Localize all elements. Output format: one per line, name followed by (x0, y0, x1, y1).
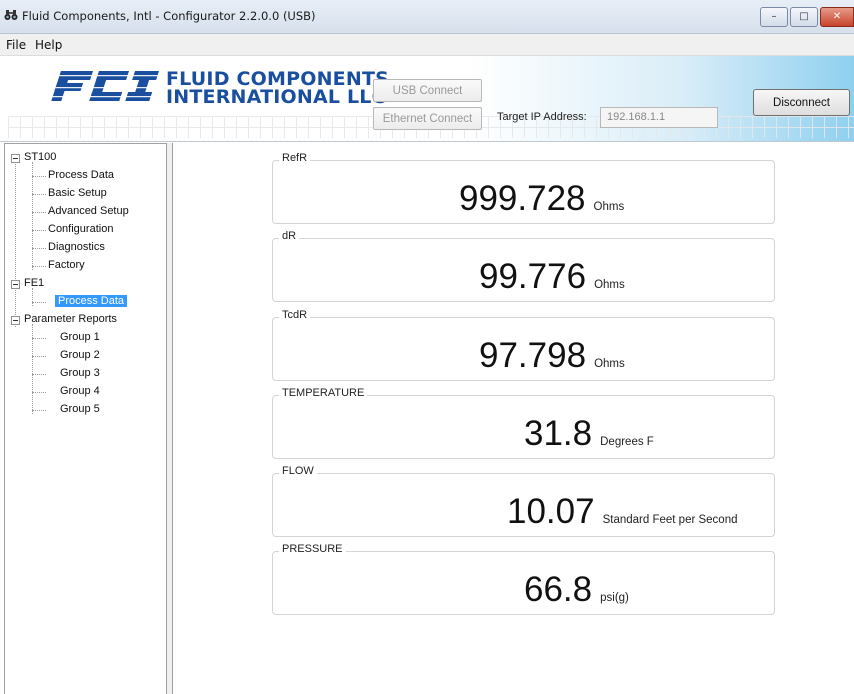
menu-file[interactable]: File (6, 38, 26, 52)
reading-group-temperature: TEMPERATURE 31.8 Degrees F (272, 387, 775, 459)
reading-value: 999.728 (459, 179, 586, 218)
tree-item-configuration[interactable]: Configuration (48, 221, 113, 237)
reading-value: 31.8 (524, 414, 593, 453)
reading-value: 99.776 (479, 257, 587, 296)
binoculars-icon (4, 10, 18, 20)
fci-logo: FLUID COMPONENTS INTERNATIONAL LLC (48, 68, 389, 108)
reading-label: RefR (279, 152, 311, 164)
reading-group-flow: FLOW 10.07 Standard Feet per Second (272, 465, 775, 537)
panel-splitter[interactable] (167, 143, 173, 694)
tree-connector (32, 176, 46, 177)
disconnect-button[interactable]: Disconnect (753, 89, 850, 116)
tree-item-group-1[interactable]: Group 1 (60, 329, 100, 345)
maximize-button[interactable]: □ (790, 7, 818, 27)
reading-value: 10.07 (507, 492, 595, 531)
ethernet-connect-button[interactable]: Ethernet Connect (373, 107, 482, 130)
reading-label: dR (279, 230, 300, 242)
reports-collapse-icon[interactable] (11, 316, 20, 325)
tree-connector (32, 248, 46, 249)
tree-item-basic-setup[interactable]: Basic Setup (48, 185, 107, 201)
title-bar: Fluid Components, Intl - Configurator 2.… (0, 0, 854, 34)
menu-bar: File Help (0, 34, 854, 56)
tree-connector (32, 230, 46, 231)
tree-connector (32, 338, 46, 339)
target-ip-label: Target IP Address: (497, 111, 587, 123)
tree-connector (15, 162, 16, 327)
header-banner: FLUID COMPONENTS INTERNATIONAL LLC USB C… (0, 56, 854, 142)
tree-connector (32, 212, 46, 213)
reading-label: PRESSURE (279, 543, 346, 555)
tree-item-diagnostics[interactable]: Diagnostics (48, 239, 105, 255)
tree-node-parameter-reports[interactable]: Parameter Reports (24, 311, 117, 327)
maximize-icon: □ (799, 11, 809, 22)
tree-connector (32, 392, 46, 393)
reading-unit: Ohms (594, 279, 625, 291)
tree-item-advanced-setup[interactable]: Advanced Setup (48, 203, 129, 219)
tree-item-group-2[interactable]: Group 2 (60, 347, 100, 363)
reading-unit: psi(g) (600, 592, 629, 604)
tree-item-process-data[interactable]: Process Data (48, 167, 114, 183)
window-title: Fluid Components, Intl - Configurator 2.… (22, 9, 316, 23)
menu-help[interactable]: Help (35, 38, 62, 52)
reading-label: TEMPERATURE (279, 387, 368, 399)
tree-item-group-5[interactable]: Group 5 (60, 401, 100, 417)
tree-connector (32, 356, 46, 357)
logo-line2: INTERNATIONAL LLC (166, 86, 386, 108)
tree-node-fe1[interactable]: FE1 (24, 275, 44, 291)
tree-item-fe1-process-data[interactable]: Process Data (55, 293, 128, 309)
minimize-button[interactable]: – (760, 7, 788, 27)
tree-node-st100[interactable]: ST100 (24, 149, 56, 165)
tree-item-group-3[interactable]: Group 3 (60, 365, 100, 381)
reading-group-tcdr: TcdR 97.798 Ohms (272, 309, 775, 381)
reading-group-refr: RefR 999.728 Ohms (272, 152, 775, 224)
tree-connector (32, 266, 46, 267)
reading-unit: Ohms (594, 358, 625, 370)
reading-value: 97.798 (479, 336, 587, 375)
tree-connector (32, 374, 46, 375)
tree-item-factory[interactable]: Factory (48, 257, 85, 273)
reading-value: 66.8 (524, 570, 593, 609)
tree-connector (32, 162, 33, 270)
reading-unit: Degrees F (600, 436, 654, 448)
minimize-icon: – (771, 11, 777, 22)
tree-connector (32, 302, 46, 303)
navigation-tree: ST100 Process Data Basic Setup Advanced … (4, 143, 167, 694)
usb-connect-button[interactable]: USB Connect (373, 79, 482, 102)
reading-group-dr: dR 99.776 Ohms (272, 230, 775, 302)
reading-unit: Ohms (593, 201, 625, 213)
reading-label: FLOW (279, 465, 317, 477)
tree-item-group-4[interactable]: Group 4 (60, 383, 100, 399)
target-ip-field[interactable]: 192.168.1.1 (600, 107, 718, 128)
reading-group-pressure: PRESSURE 66.8 psi(g) (272, 543, 775, 615)
fe1-collapse-icon[interactable] (11, 280, 20, 289)
close-icon: ✕ (832, 11, 842, 22)
close-button[interactable]: ✕ (820, 7, 854, 27)
tree-connector (32, 410, 46, 411)
tree-connector (32, 194, 46, 195)
reading-unit: Standard Feet per Second (602, 514, 738, 526)
fci-logo-mark-icon (51, 71, 160, 101)
st100-collapse-icon[interactable] (11, 154, 20, 163)
reading-label: TcdR (279, 309, 311, 321)
